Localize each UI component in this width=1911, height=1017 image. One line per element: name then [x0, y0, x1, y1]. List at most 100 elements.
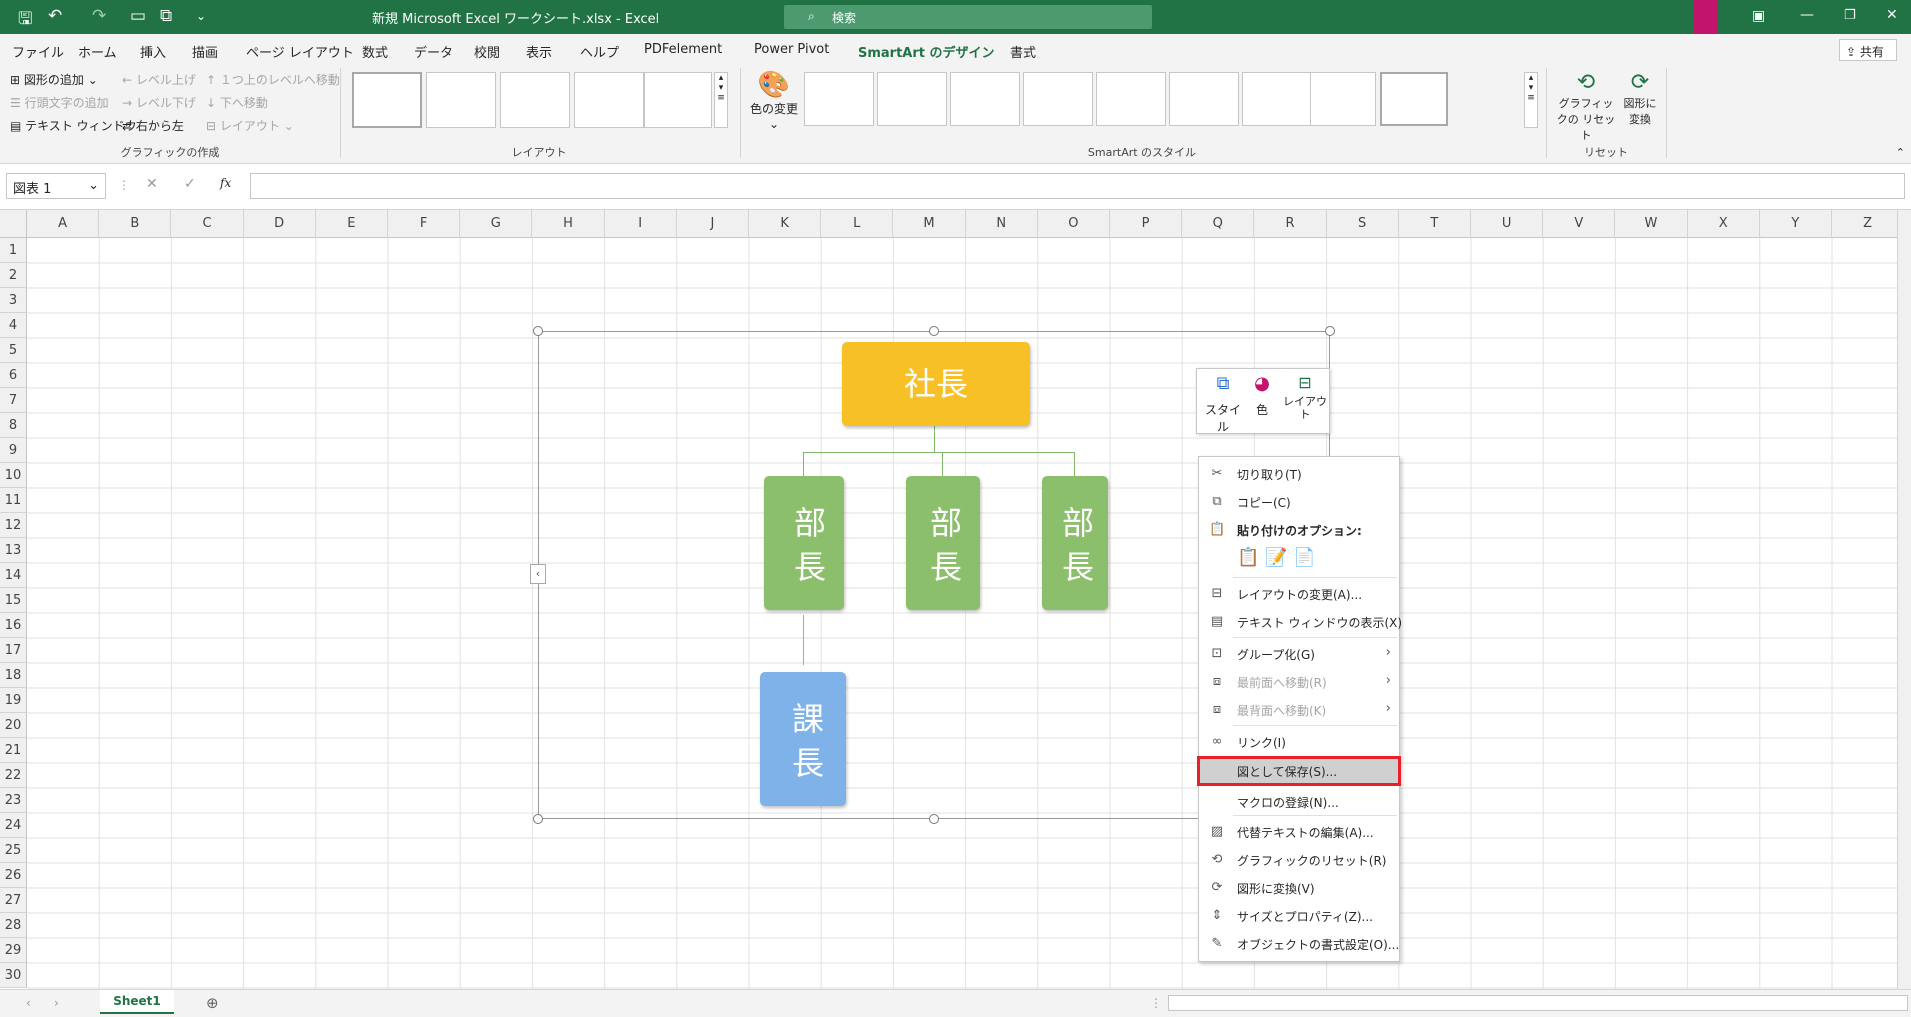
undo-icon[interactable]: ↶: [48, 6, 62, 26]
tab-help[interactable]: ヘルプ: [580, 42, 619, 61]
tab-home[interactable]: ホーム: [78, 42, 117, 61]
resize-handle[interactable]: [929, 814, 939, 824]
layout-icon[interactable]: ⊟: [1283, 373, 1327, 392]
tab-view[interactable]: 表示: [526, 42, 552, 61]
menu-item-change-layout[interactable]: ⊟ レイアウトの変更(A)...: [1199, 581, 1399, 607]
row-header[interactable]: 3: [0, 288, 27, 313]
formula-input[interactable]: [250, 173, 1905, 199]
menu-item-assign-macro[interactable]: マクロの登録(N)...: [1199, 789, 1399, 815]
layout-thumb-5[interactable]: [644, 72, 712, 128]
tab-formulas[interactable]: 数式: [362, 42, 388, 61]
menu-item-convert-shapes[interactable]: ⟳ 図形に変換(V): [1199, 875, 1399, 901]
column-header[interactable]: P: [1110, 210, 1183, 238]
account-avatar[interactable]: [1694, 0, 1718, 34]
row-header[interactable]: 26: [0, 863, 27, 888]
column-header[interactable]: S: [1326, 210, 1399, 238]
change-colors-button[interactable]: 🎨 色の変更 ⌄: [748, 70, 800, 131]
minimize-icon[interactable]: —: [1800, 7, 1814, 23]
column-header[interactable]: N: [965, 210, 1038, 238]
menu-item-bring-front[interactable]: ⧈ 最前面へ移動(R) ›: [1199, 669, 1399, 695]
menu-item-alt-text[interactable]: ▨ 代替テキストの編集(A)...: [1199, 819, 1399, 845]
menu-item-cut[interactable]: ✂ 切り取り(T): [1199, 461, 1399, 487]
add-sheet-icon[interactable]: ⊕: [206, 994, 219, 1012]
row-header[interactable]: 5: [0, 338, 27, 363]
style-icon[interactable]: ⧉: [1203, 373, 1243, 394]
select-all-button[interactable]: [0, 210, 27, 238]
tab-insert[interactable]: 挿入: [140, 42, 166, 61]
column-header[interactable]: K: [749, 210, 822, 238]
row-header[interactable]: 22: [0, 763, 27, 788]
collapse-ribbon-icon[interactable]: ⌃: [1896, 146, 1905, 159]
resize-handle[interactable]: [533, 814, 543, 824]
style-thumb-5[interactable]: [1096, 72, 1166, 126]
redo-icon[interactable]: ↷: [92, 6, 106, 26]
name-box[interactable]: 図表 1 ⌄: [6, 173, 106, 199]
column-header[interactable]: C: [171, 210, 244, 238]
paste-option-icons[interactable]: 📋 📝 📄: [1237, 547, 1316, 568]
menu-item-text-pane[interactable]: ▤ テキスト ウィンドウの表示(X): [1199, 609, 1402, 635]
promote-button[interactable]: ← レベル上げ: [122, 71, 196, 88]
row-header[interactable]: 10: [0, 463, 27, 488]
style-thumb-7[interactable]: [1242, 72, 1312, 126]
column-header[interactable]: H: [532, 210, 605, 238]
tab-review[interactable]: 校閲: [474, 42, 500, 61]
column-header[interactable]: G: [460, 210, 533, 238]
add-shape-button[interactable]: ⊞ 図形の追加 ⌄: [10, 71, 98, 88]
row-header[interactable]: 30: [0, 963, 27, 988]
row-header[interactable]: 8: [0, 413, 27, 438]
mini-layout-label[interactable]: レイアウト: [1283, 395, 1327, 421]
row-header[interactable]: 27: [0, 888, 27, 913]
row-header[interactable]: 13: [0, 538, 27, 563]
org-box-manager-1[interactable]: 部長: [764, 476, 844, 610]
column-header[interactable]: U: [1471, 210, 1544, 238]
column-header[interactable]: M: [893, 210, 966, 238]
menu-item-link[interactable]: ∞ リンク(I): [1199, 729, 1399, 755]
column-header[interactable]: X: [1687, 210, 1760, 238]
row-header[interactable]: 7: [0, 388, 27, 413]
tab-page-layout[interactable]: ページ レイアウト: [246, 42, 354, 61]
open-folder-icon[interactable]: ▭: [130, 6, 146, 26]
fx-icon[interactable]: fx: [220, 176, 231, 190]
layout-thumb-2[interactable]: [426, 72, 496, 128]
row-header[interactable]: 29: [0, 938, 27, 963]
row-header[interactable]: 14: [0, 563, 27, 588]
sheet-tab[interactable]: Sheet1: [100, 990, 174, 1014]
org-box-ceo[interactable]: 社長: [842, 342, 1030, 426]
row-header[interactable]: 20: [0, 713, 27, 738]
column-header[interactable]: O: [1037, 210, 1110, 238]
text-pane-toggle-icon[interactable]: ‹: [530, 564, 546, 584]
mini-style-label[interactable]: スタイル: [1203, 401, 1243, 435]
share-button[interactable]: ⇪ 共有: [1839, 39, 1897, 61]
menu-item-format-object[interactable]: ✎ オブジェクトの書式設定(O)...: [1199, 931, 1400, 957]
text-pane-button[interactable]: ▤ テキスト ウィンドウ: [10, 117, 137, 134]
row-header[interactable]: 17: [0, 638, 27, 663]
org-box-manager-3[interactable]: 部長: [1042, 476, 1108, 610]
resize-handle[interactable]: [1325, 326, 1335, 336]
move-up-button[interactable]: ↑ １つ上のレベルへ移動: [206, 71, 340, 88]
style-thumb-2[interactable]: [877, 72, 947, 126]
tab-file[interactable]: ファイル: [12, 42, 64, 61]
column-header[interactable]: D: [243, 210, 316, 238]
column-header[interactable]: E: [315, 210, 388, 238]
column-header[interactable]: W: [1615, 210, 1688, 238]
worksheet-grid[interactable]: ABCDEFGHIJKLMNOPQRSTUVWXYZ 1 2 3 4 5 6 7 8 9 10 11…: [0, 210, 1911, 989]
next-sheet-icon[interactable]: ›: [54, 996, 59, 1010]
row-header[interactable]: 11: [0, 488, 27, 513]
column-header[interactable]: Z: [1832, 210, 1905, 238]
horizontal-scrollbar[interactable]: [1168, 995, 1908, 1011]
tab-data[interactable]: データ: [414, 42, 453, 61]
gallery-scroll-icon[interactable]: ▴ ▾ ≡: [714, 72, 728, 128]
menu-item-reset-graphic[interactable]: ⟲ グラフィックのリセット(R): [1199, 847, 1399, 873]
search-box[interactable]: ⌕ 検索: [784, 5, 1152, 29]
cancel-icon[interactable]: ✕: [146, 176, 158, 192]
row-header[interactable]: 9: [0, 438, 27, 463]
menu-item-save-as-picture[interactable]: 図として保存(S)...: [1197, 756, 1401, 786]
column-header[interactable]: F: [388, 210, 461, 238]
org-box-section-chief[interactable]: 課長: [760, 672, 846, 806]
row-header[interactable]: 16: [0, 613, 27, 638]
column-header[interactable]: R: [1254, 210, 1327, 238]
org-box-manager-2[interactable]: 部長: [906, 476, 980, 610]
menu-item-copy[interactable]: ⧉ コピー(C): [1199, 489, 1399, 515]
close-icon[interactable]: ✕: [1886, 7, 1898, 23]
row-header[interactable]: 2: [0, 263, 27, 288]
